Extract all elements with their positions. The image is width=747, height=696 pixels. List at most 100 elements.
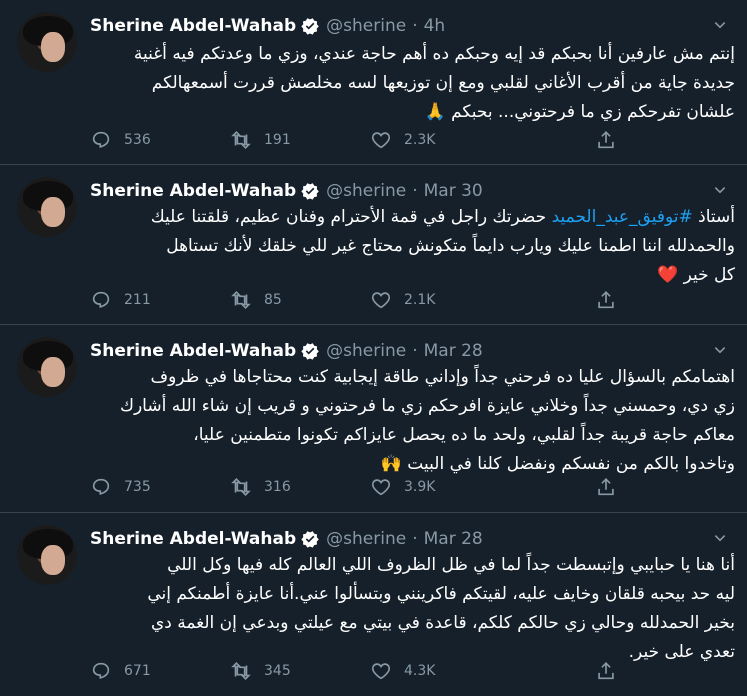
retweet-count: 85: [264, 292, 282, 308]
like-count: 2.3K: [404, 132, 436, 148]
like-button[interactable]: 4.3K: [370, 660, 510, 682]
verified-badge-icon: [301, 531, 319, 548]
share-icon: [598, 131, 614, 149]
tweet[interactable]: Sherine Abdel-Wahab @sherine · Mar 28 اه…: [0, 325, 747, 513]
chevron-down-icon[interactable]: [711, 529, 729, 547]
timestamp[interactable]: Mar 28: [424, 341, 483, 361]
tweet-text-segment: أستاذ: [692, 207, 735, 227]
timestamp[interactable]: Mar 28: [424, 529, 483, 549]
reply-button[interactable]: 536: [90, 129, 230, 151]
retweet-button[interactable]: 316: [230, 476, 370, 498]
tweet-header: Sherine Abdel-Wahab @sherine · Mar 28: [90, 339, 483, 363]
share-button[interactable]: [595, 289, 629, 311]
verified-badge-icon: [301, 18, 319, 35]
avatar[interactable]: [17, 177, 77, 237]
tweet-actions: 735 316 3.9K: [90, 475, 614, 499]
tweet-actions: 536 191 2.3K: [90, 128, 614, 152]
tweet-text-line: بخير الحمدلله وحالي زي حالكم كلكم، قاعدة…: [150, 613, 735, 633]
separator-dot: ·: [412, 16, 418, 36]
verified-badge-icon: [301, 343, 319, 360]
reply-count: 536: [124, 132, 151, 148]
avatar[interactable]: [17, 12, 77, 72]
tweet-header: Sherine Abdel-Wahab @sherine · Mar 28: [90, 527, 483, 551]
tweet[interactable]: Sherine Abdel-Wahab @sherine · Mar 30 أس…: [0, 165, 747, 325]
retweet-button[interactable]: 85: [230, 289, 370, 311]
tweet-actions: 671 345 4.3K: [90, 659, 614, 683]
handle[interactable]: @sherine: [326, 341, 406, 361]
tweet-text: إنتم مش عارفين أنا بحبكم قد إيه وحبكم ده…: [92, 40, 735, 127]
tweet-text: أنا هنا يا حبايبي وإتبسطت جداً لما في ظل…: [92, 551, 735, 667]
reply-icon: [92, 291, 110, 308]
heart-icon: [371, 663, 391, 680]
like-count: 3.9K: [404, 479, 436, 495]
retweet-icon: [231, 131, 251, 149]
timeline: Sherine Abdel-Wahab @sherine · 4h إنتم م…: [0, 0, 747, 696]
avatar[interactable]: [17, 525, 77, 585]
retweet-icon: [231, 478, 251, 496]
timestamp[interactable]: Mar 30: [424, 181, 483, 201]
tweet-text-line: جديدة جاية من أقرب الأغاني لقلبي ومع إن …: [151, 73, 735, 93]
like-count: 4.3K: [404, 663, 436, 679]
reply-button[interactable]: 211: [90, 289, 230, 311]
display-name[interactable]: Sherine Abdel-Wahab: [90, 529, 296, 549]
retweet-icon: [231, 291, 251, 309]
tweet-text-line: علشان تفرحكم زي ما فرحتوني... بحبكم 🙏: [424, 102, 736, 122]
heart-icon: [371, 479, 391, 496]
tweet[interactable]: Sherine Abdel-Wahab @sherine · Mar 28 أن…: [0, 513, 747, 696]
tweet-text-line: أستاذ #توفيق_عبد_الحميد حضرتك راجل في قم…: [92, 203, 735, 232]
timestamp[interactable]: 4h: [424, 16, 446, 36]
chevron-down-icon[interactable]: [711, 16, 729, 34]
retweet-button[interactable]: 191: [230, 129, 370, 151]
reply-button[interactable]: 735: [90, 476, 230, 498]
retweet-count: 191: [264, 132, 291, 148]
handle[interactable]: @sherine: [326, 529, 406, 549]
like-count: 2.1K: [404, 292, 436, 308]
display-name[interactable]: Sherine Abdel-Wahab: [90, 16, 296, 36]
avatar[interactable]: [17, 337, 77, 397]
display-name[interactable]: Sherine Abdel-Wahab: [90, 181, 296, 201]
hashtag-link[interactable]: #توفيق_عبد_الحميد: [552, 207, 693, 227]
tweet-header: Sherine Abdel-Wahab @sherine · Mar 30: [90, 179, 483, 203]
separator-dot: ·: [412, 181, 418, 201]
tweet-text-line: اهتمامكم بالسؤال عليا ده فرحني جداً وإدا…: [150, 367, 735, 387]
tweet-text-line: أنا هنا يا حبايبي وإتبسطت جداً لما في ظل…: [167, 555, 735, 575]
tweet-text-line: زي دي، وحمسني جداً وخلاني عايزة افرحكم ز…: [119, 396, 735, 416]
tweet-text: اهتمامكم بالسؤال عليا ده فرحني جداً وإدا…: [92, 363, 735, 479]
handle[interactable]: @sherine: [326, 181, 406, 201]
reply-icon: [92, 662, 110, 679]
separator-dot: ·: [412, 529, 418, 549]
reply-count: 671: [124, 663, 151, 679]
reply-icon: [92, 478, 110, 495]
separator-dot: ·: [412, 341, 418, 361]
tweet[interactable]: Sherine Abdel-Wahab @sherine · 4h إنتم م…: [0, 0, 747, 165]
tweet-text-line: كل خير ❤️: [657, 265, 735, 285]
share-button[interactable]: [595, 476, 629, 498]
chevron-down-icon[interactable]: [711, 341, 729, 359]
retweet-count: 316: [264, 479, 291, 495]
share-button[interactable]: [595, 660, 629, 682]
retweet-count: 345: [264, 663, 291, 679]
like-button[interactable]: 3.9K: [370, 476, 510, 498]
tweet-text-segment: حضرتك راجل في قمة الأحترام وفنان عظيم، ق…: [150, 207, 552, 227]
like-button[interactable]: 2.3K: [370, 129, 510, 151]
reply-icon: [92, 131, 110, 148]
reply-count: 735: [124, 479, 151, 495]
retweet-icon: [231, 662, 251, 680]
tweet-text-line: والحمدلله اننا اطمنا عليك ويارب دايماً م…: [166, 236, 735, 256]
tweet-text-line: معاكم حاجة قريبة جداً لقلبي، ولحد ما ده …: [193, 425, 735, 445]
heart-icon: [371, 292, 391, 309]
reply-count: 211: [124, 292, 151, 308]
chevron-down-icon[interactable]: [711, 181, 729, 199]
tweet-actions: 211 85 2.1K: [90, 288, 614, 312]
retweet-button[interactable]: 345: [230, 660, 370, 682]
tweet-text: أستاذ #توفيق_عبد_الحميد حضرتك راجل في قم…: [92, 203, 735, 290]
verified-badge-icon: [301, 183, 319, 200]
reply-button[interactable]: 671: [90, 660, 230, 682]
handle[interactable]: @sherine: [326, 16, 406, 36]
display-name[interactable]: Sherine Abdel-Wahab: [90, 341, 296, 361]
share-icon: [598, 291, 614, 309]
share-button[interactable]: [595, 129, 629, 151]
like-button[interactable]: 2.1K: [370, 289, 510, 311]
tweet-text-line: ليه حد بيحبه قلقان وخايف عليه، لقيتكم فا…: [147, 584, 735, 604]
share-icon: [598, 662, 614, 680]
